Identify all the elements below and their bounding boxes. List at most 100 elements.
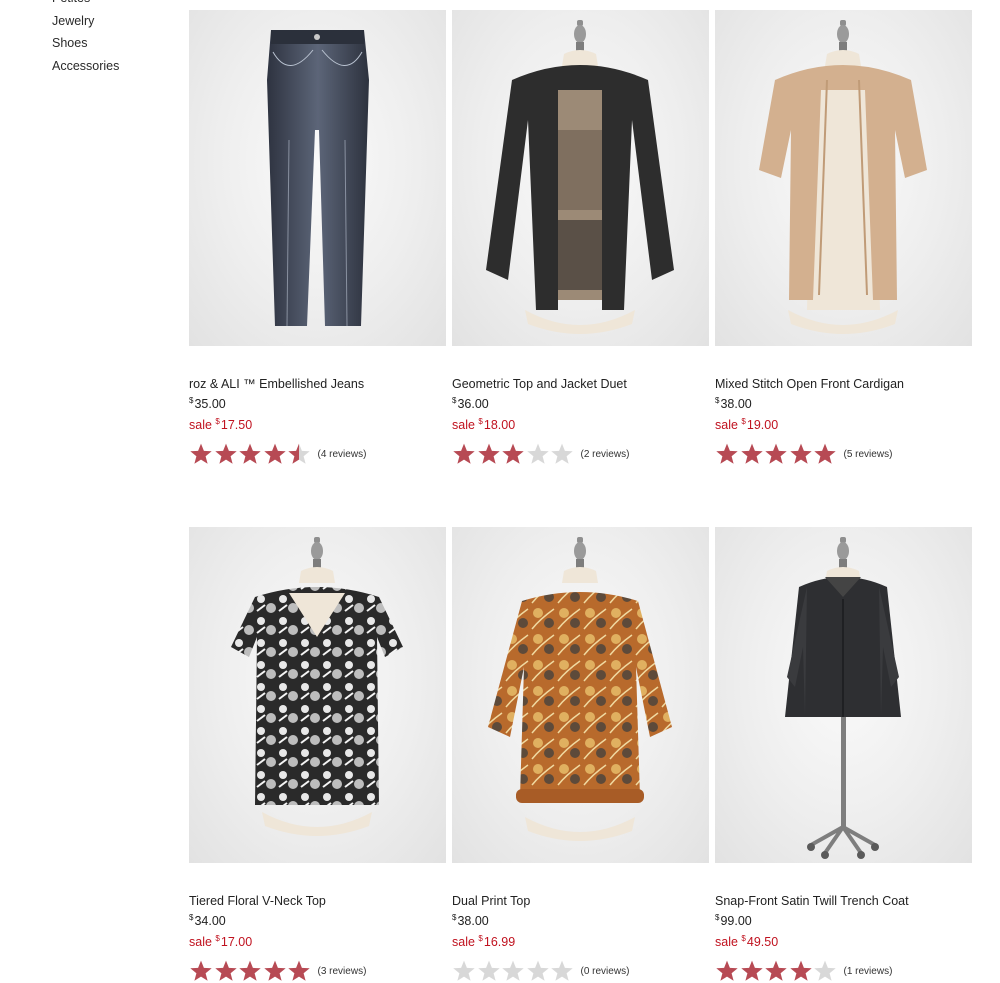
sidebar-item-accessories[interactable]: Accessories (52, 55, 172, 78)
product-sale-price: sale $17.00 (189, 930, 446, 951)
star-icon (477, 442, 501, 466)
star-icon (526, 442, 550, 466)
star-icon (189, 959, 213, 983)
price-value: 38.00 (457, 914, 489, 928)
product-sale-price: sale $17.50 (189, 413, 446, 434)
product-name[interactable]: Dual Print Top (452, 893, 709, 909)
star-icon (452, 442, 476, 466)
product-image[interactable] (189, 10, 446, 346)
product-card: Dual Print Top $38.00 sale $16.99 (0 rev… (452, 527, 709, 983)
star-icon (526, 959, 550, 983)
sale-price-value: 16.99 (483, 935, 516, 949)
currency-symbol: $ (452, 913, 457, 922)
product-price: $35.00 (189, 392, 446, 413)
category-sidebar: Petites Jewelry Shoes Accessories (52, 0, 172, 78)
star-icon (263, 959, 287, 983)
star-icon (214, 959, 238, 983)
sale-price-value: 17.50 (220, 418, 253, 432)
star-icon (813, 442, 837, 466)
product-name[interactable]: roz & ALI ™ Embellished Jeans (189, 376, 446, 392)
rating-row: (4 reviews) (189, 442, 446, 466)
sale-price-value: 17.00 (220, 935, 253, 949)
product-name[interactable]: Mixed Stitch Open Front Cardigan (715, 376, 972, 392)
star-icon (501, 442, 525, 466)
product-name[interactable]: Snap-Front Satin Twill Trench Coat (715, 893, 972, 909)
star-icon (764, 959, 788, 983)
product-price: $38.00 (452, 909, 709, 930)
reviews-link[interactable]: (1 reviews) (844, 966, 893, 977)
currency-symbol: $ (452, 396, 457, 405)
star-icon (789, 959, 813, 983)
product-card: roz & ALI ™ Embellished Jeans $35.00 sal… (189, 10, 446, 466)
price-value: 99.00 (720, 914, 752, 928)
star-rating (189, 442, 312, 466)
star-icon (287, 442, 311, 466)
rating-row: (3 reviews) (189, 959, 446, 983)
reviews-link[interactable]: (0 reviews) (581, 966, 630, 977)
star-icon (501, 959, 525, 983)
jacket-duet-image (486, 20, 674, 334)
star-icon (764, 442, 788, 466)
currency-symbol: $ (478, 934, 483, 943)
star-icon (550, 959, 574, 983)
currency-symbol: $ (215, 934, 220, 943)
price-value: 36.00 (457, 397, 489, 411)
reviews-link[interactable]: (3 reviews) (318, 966, 367, 977)
star-icon (715, 442, 739, 466)
star-icon (550, 442, 574, 466)
cardigan-image (759, 20, 927, 334)
product-card: Snap-Front Satin Twill Trench Coat $99.0… (715, 527, 972, 983)
sale-label: sale (452, 935, 475, 949)
product-image[interactable] (452, 527, 709, 863)
rating-row: (5 reviews) (715, 442, 972, 466)
star-icon (287, 959, 311, 983)
star-icon (452, 959, 476, 983)
product-card: Tiered Floral V-Neck Top $34.00 sale $17… (189, 527, 446, 983)
star-icon (740, 959, 764, 983)
price-value: 38.00 (720, 397, 752, 411)
reviews-link[interactable]: (2 reviews) (581, 449, 630, 460)
star-rating (189, 959, 312, 983)
product-price: $36.00 (452, 392, 709, 413)
star-icon (238, 959, 262, 983)
product-sale-price: sale $16.99 (452, 930, 709, 951)
star-icon (263, 442, 287, 466)
sale-price-value: 19.00 (746, 418, 779, 432)
star-rating (452, 442, 575, 466)
currency-symbol: $ (741, 934, 746, 943)
product-price: $99.00 (715, 909, 972, 930)
star-icon (813, 959, 837, 983)
currency-symbol: $ (715, 396, 720, 405)
sale-label: sale (452, 418, 475, 432)
star-icon (477, 959, 501, 983)
star-icon (789, 442, 813, 466)
product-name[interactable]: Geometric Top and Jacket Duet (452, 376, 709, 392)
currency-symbol: $ (715, 913, 720, 922)
product-image[interactable] (452, 10, 709, 346)
sale-price-value: 49.50 (746, 935, 779, 949)
product-image[interactable] (715, 527, 972, 863)
product-sale-price: sale $18.00 (452, 413, 709, 434)
product-price: $34.00 (189, 909, 446, 930)
product-image[interactable] (715, 10, 972, 346)
product-card: Mixed Stitch Open Front Cardigan $38.00 … (715, 10, 972, 466)
jeans-image (267, 30, 369, 327)
rating-row: (1 reviews) (715, 959, 972, 983)
product-image[interactable] (189, 527, 446, 863)
currency-symbol: $ (215, 417, 220, 426)
reviews-link[interactable]: (5 reviews) (844, 449, 893, 460)
sidebar-item-jewelry[interactable]: Jewelry (52, 10, 172, 33)
currency-symbol: $ (189, 913, 194, 922)
star-icon (214, 442, 238, 466)
reviews-link[interactable]: (4 reviews) (318, 449, 367, 460)
sale-price-value: 18.00 (483, 418, 516, 432)
currency-symbol: $ (741, 417, 746, 426)
sidebar-item-shoes[interactable]: Shoes (52, 32, 172, 55)
sale-label: sale (715, 418, 738, 432)
sidebar-item-petites[interactable]: Petites (52, 0, 172, 10)
sale-label: sale (189, 418, 212, 432)
product-sale-price: sale $19.00 (715, 413, 972, 434)
star-rating (452, 959, 575, 983)
product-name[interactable]: Tiered Floral V-Neck Top (189, 893, 446, 909)
star-rating (715, 442, 838, 466)
